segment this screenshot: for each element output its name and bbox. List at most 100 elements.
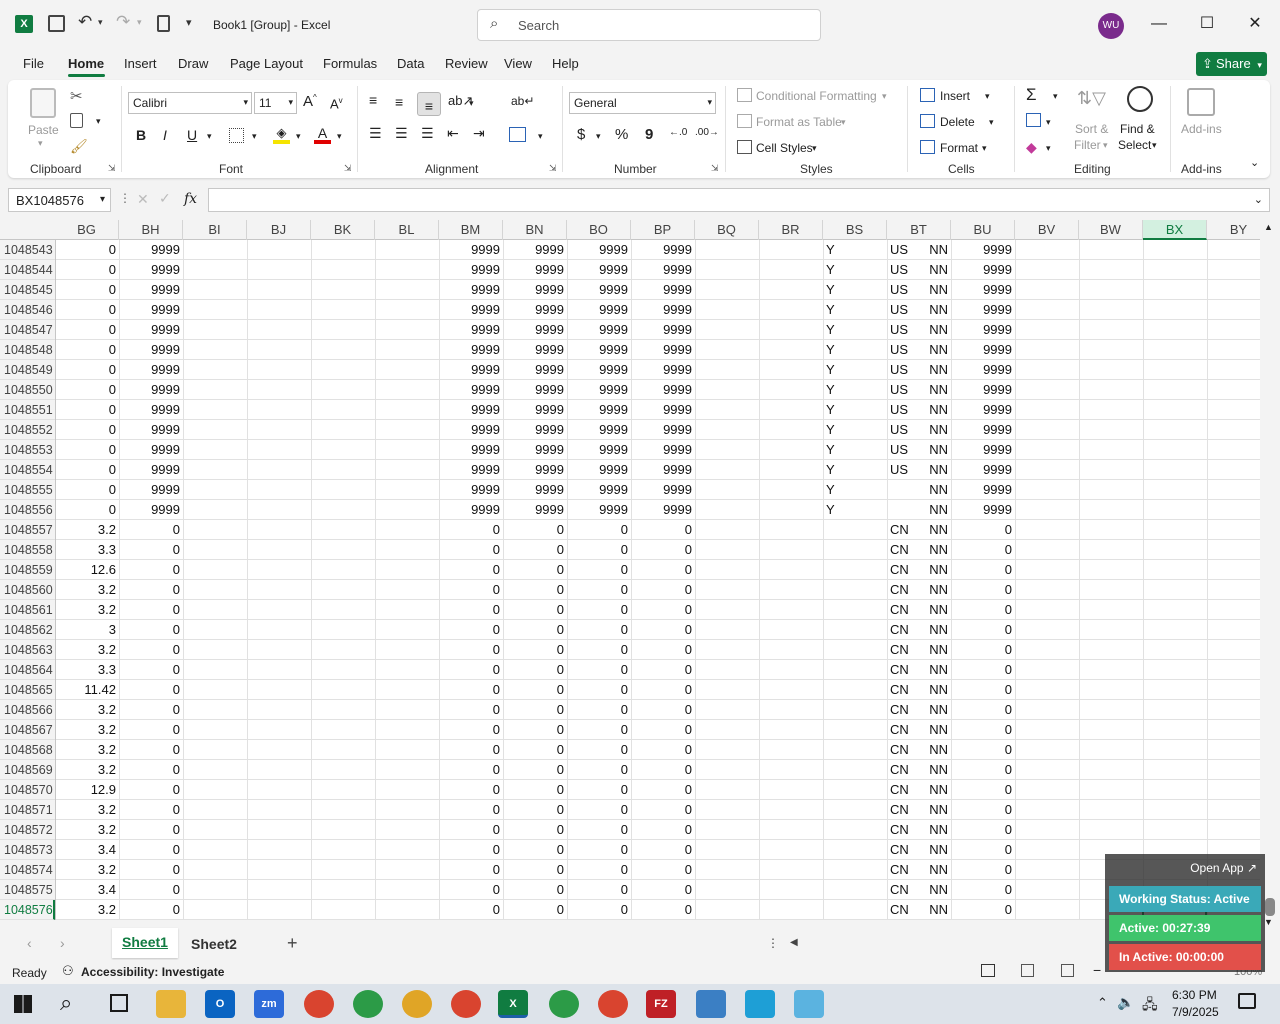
cell-bh[interactable]: 0 bbox=[119, 520, 183, 540]
cell-bo[interactable]: 9999 bbox=[567, 260, 631, 280]
cell-bs[interactable]: Y bbox=[823, 280, 887, 300]
notification-icon[interactable] bbox=[1238, 993, 1256, 1009]
cell-bs[interactable]: Y bbox=[823, 480, 887, 500]
cell-bu[interactable]: 9999 bbox=[951, 360, 1015, 380]
cell-bs[interactable]: Y bbox=[823, 340, 887, 360]
chrome-icon[interactable] bbox=[304, 990, 334, 1018]
cell-bg[interactable]: 0 bbox=[55, 280, 119, 300]
cell-bm[interactable]: 0 bbox=[439, 760, 503, 780]
currency-dropdown-icon[interactable]: ▾ bbox=[596, 131, 601, 142]
notepad-icon[interactable] bbox=[794, 990, 824, 1018]
cell-bo[interactable]: 9999 bbox=[567, 500, 631, 520]
cell-bn[interactable]: 0 bbox=[503, 760, 567, 780]
cell-bg[interactable]: 3.4 bbox=[55, 840, 119, 860]
column-header-bq[interactable]: BQ bbox=[695, 220, 759, 240]
tab-page-layout[interactable]: Page Layout bbox=[230, 56, 303, 76]
cell-bo[interactable]: 0 bbox=[567, 800, 631, 820]
cell-bo[interactable]: 0 bbox=[567, 740, 631, 760]
cell-bo[interactable]: 0 bbox=[567, 680, 631, 700]
cell-bs[interactable]: Y bbox=[823, 380, 887, 400]
cell-bu[interactable]: 0 bbox=[951, 780, 1015, 800]
row-header[interactable]: 1048566 bbox=[0, 700, 55, 720]
cell-bt[interactable]: NN bbox=[887, 840, 951, 860]
cell-bg[interactable]: 3.3 bbox=[55, 540, 119, 560]
row-header[interactable]: 1048550 bbox=[0, 380, 55, 400]
format-cells-dropdown-icon[interactable]: ▾ bbox=[982, 143, 987, 154]
cell-bu[interactable]: 9999 bbox=[951, 340, 1015, 360]
cell-bh[interactable]: 0 bbox=[119, 600, 183, 620]
alignment-launcher-icon[interactable]: ⇲ bbox=[549, 163, 557, 174]
align-middle-icon[interactable]: ≡ bbox=[395, 94, 403, 110]
cell-bg[interactable]: 3.2 bbox=[55, 860, 119, 880]
cell-bp[interactable]: 9999 bbox=[631, 460, 695, 480]
cell-bt[interactable]: NN bbox=[887, 380, 951, 400]
cell-bs[interactable]: Y bbox=[823, 360, 887, 380]
number-launcher-icon[interactable]: ⇲ bbox=[711, 163, 719, 174]
cell-bg[interactable]: 0 bbox=[55, 440, 119, 460]
cell-bo[interactable]: 9999 bbox=[567, 320, 631, 340]
redo-icon[interactable]: ↷ bbox=[116, 12, 130, 32]
column-header-bp[interactable]: BP bbox=[631, 220, 695, 240]
row-header[interactable]: 1048574 bbox=[0, 860, 55, 880]
cell-bs[interactable]: Y bbox=[823, 240, 887, 260]
cell-bp[interactable]: 0 bbox=[631, 760, 695, 780]
increase-decimal-icon[interactable]: ←.0 bbox=[669, 127, 687, 138]
cell-bp[interactable]: 0 bbox=[631, 820, 695, 840]
cell-bu[interactable]: 0 bbox=[951, 600, 1015, 620]
save-icon[interactable] bbox=[48, 15, 65, 32]
cell-bu[interactable]: 0 bbox=[951, 520, 1015, 540]
cell-bu[interactable]: 0 bbox=[951, 560, 1015, 580]
hscroll-left-icon[interactable]: ◀ bbox=[790, 937, 798, 948]
cell-bh[interactable]: 9999 bbox=[119, 240, 183, 260]
cell-bn[interactable]: 9999 bbox=[503, 500, 567, 520]
paste-dropdown-icon[interactable]: ▾ bbox=[38, 138, 43, 149]
cell-bo[interactable]: 0 bbox=[567, 640, 631, 660]
format-as-table-button[interactable]: Format as Table bbox=[756, 115, 842, 129]
chrome-icon[interactable] bbox=[549, 990, 579, 1018]
autosum-icon[interactable]: Σ bbox=[1026, 85, 1037, 105]
cell-bt[interactable]: NN bbox=[887, 320, 951, 340]
cell-bo[interactable]: 9999 bbox=[567, 480, 631, 500]
row-header[interactable]: 1048563 bbox=[0, 640, 55, 660]
cell-bg[interactable]: 3.4 bbox=[55, 880, 119, 900]
decrease-indent-icon[interactable]: ⇤ bbox=[447, 125, 459, 142]
cell-bn[interactable]: 0 bbox=[503, 640, 567, 660]
cell-bp[interactable]: 9999 bbox=[631, 360, 695, 380]
cell-bt[interactable]: NN bbox=[887, 880, 951, 900]
cell-bu[interactable]: 9999 bbox=[951, 480, 1015, 500]
cell-bt[interactable]: NN bbox=[887, 540, 951, 560]
row-header[interactable]: 1048568 bbox=[0, 740, 55, 760]
cell-bs[interactable]: Y bbox=[823, 440, 887, 460]
cell-bu[interactable]: 9999 bbox=[951, 420, 1015, 440]
column-header-bs[interactable]: BS bbox=[823, 220, 887, 240]
cell-bo[interactable]: 9999 bbox=[567, 440, 631, 460]
cell-bs[interactable]: Y bbox=[823, 460, 887, 480]
remote-app-icon[interactable] bbox=[745, 990, 775, 1018]
cell-bu[interactable]: 0 bbox=[951, 860, 1015, 880]
cell-bm[interactable]: 9999 bbox=[439, 300, 503, 320]
sheet-options-icon[interactable]: ⋮ bbox=[767, 936, 779, 950]
cell-bh[interactable]: 0 bbox=[119, 900, 183, 920]
close-icon[interactable]: ✕ bbox=[1243, 12, 1267, 36]
cell-bo[interactable]: 0 bbox=[567, 600, 631, 620]
cell-bn[interactable]: 9999 bbox=[503, 400, 567, 420]
column-header-bt[interactable]: BT bbox=[887, 220, 951, 240]
cell-bn[interactable]: 9999 bbox=[503, 460, 567, 480]
cell-bg[interactable]: 3.2 bbox=[55, 520, 119, 540]
row-header[interactable]: 1048552 bbox=[0, 420, 55, 440]
accessibility-status[interactable]: Accessibility: Investigate bbox=[81, 965, 224, 979]
cell-bn[interactable]: 0 bbox=[503, 880, 567, 900]
cell-bt[interactable]: NN bbox=[887, 800, 951, 820]
cell-bm[interactable]: 0 bbox=[439, 860, 503, 880]
tray-chevron-icon[interactable]: ⌃ bbox=[1097, 995, 1108, 1011]
cell-bt[interactable]: NN bbox=[887, 780, 951, 800]
cell-bh[interactable]: 0 bbox=[119, 720, 183, 740]
undo-icon[interactable]: ↶ bbox=[78, 12, 92, 32]
cell-bs[interactable]: Y bbox=[823, 420, 887, 440]
cell-bu[interactable]: 9999 bbox=[951, 300, 1015, 320]
cell-bm[interactable]: 9999 bbox=[439, 260, 503, 280]
cell-bo[interactable]: 0 bbox=[567, 620, 631, 640]
row-header[interactable]: 1048569 bbox=[0, 760, 55, 780]
cell-bg[interactable]: 3.2 bbox=[55, 600, 119, 620]
cell-bp[interactable]: 0 bbox=[631, 540, 695, 560]
